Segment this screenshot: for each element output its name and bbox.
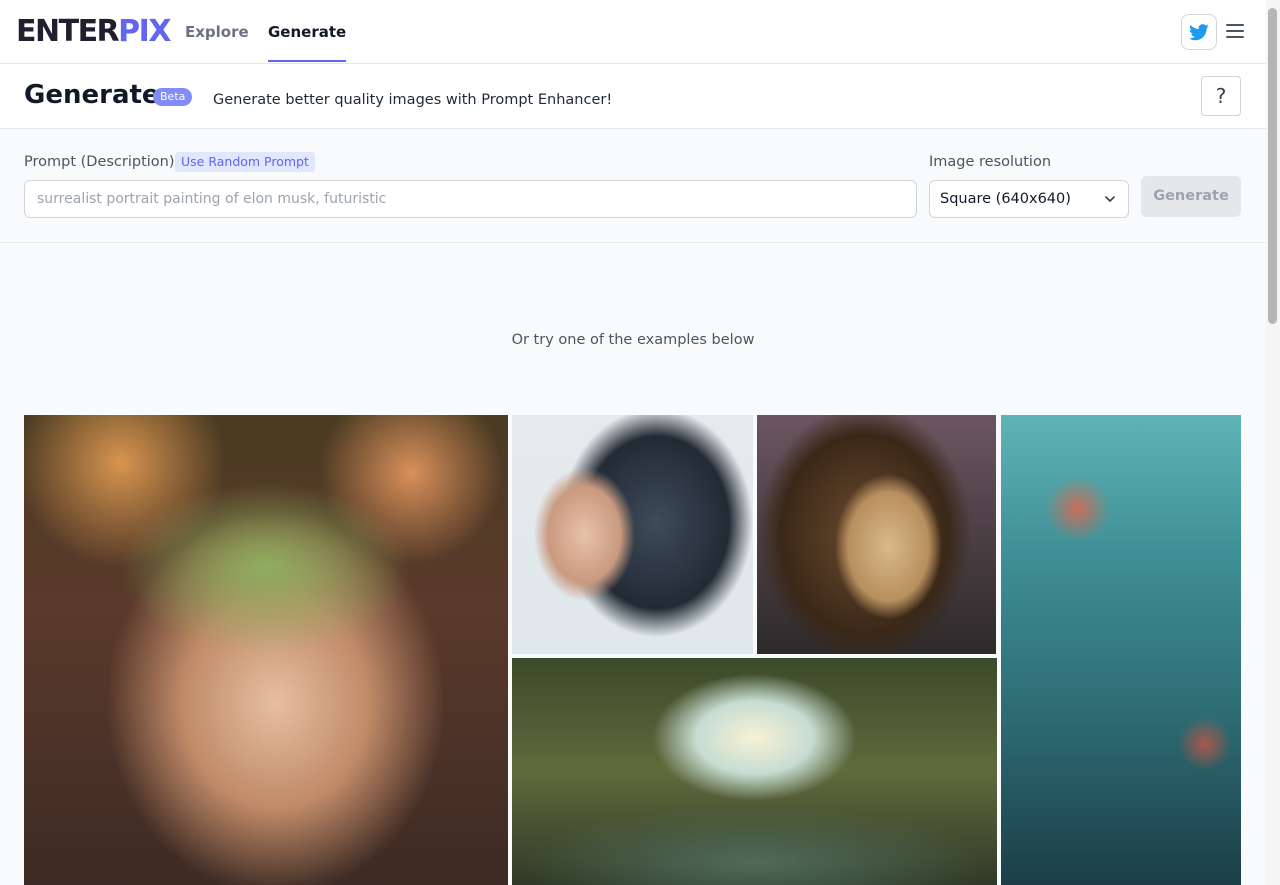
page-subtitle: Generate better quality images with Prom… [213, 92, 613, 108]
example-image-art-nouveau-man[interactable] [757, 415, 996, 654]
resolution-label: Image resolution [929, 154, 1052, 170]
chevron-down-icon [1105, 196, 1115, 202]
beta-badge: Beta [153, 88, 193, 106]
use-random-prompt-button[interactable]: Use Random Prompt [175, 152, 315, 172]
nav-generate-link[interactable]: Generate [268, 0, 347, 64]
twitter-button[interactable] [1181, 14, 1217, 50]
nav-explore-link[interactable]: Explore [185, 0, 249, 64]
resolution-value: Square (640x640) [940, 191, 1071, 207]
twitter-icon [1189, 23, 1209, 40]
generate-button[interactable]: Generate [1141, 176, 1241, 217]
top-navigation: ENTERPIX Explore Generate [0, 0, 1266, 64]
resolution-select[interactable]: Square (640x640) [929, 180, 1129, 218]
page-title: Generate [24, 80, 160, 110]
examples-heading: Or try one of the examples below [511, 332, 755, 348]
examples-section: Or try one of the examples below [0, 243, 1266, 885]
example-image-robot-woman[interactable] [512, 415, 753, 654]
prompt-input[interactable] [24, 180, 917, 218]
page-header: Generate Beta Generate better quality im… [0, 64, 1266, 129]
scrollbar-thumb[interactable] [1268, 8, 1277, 324]
example-image-forest-woman[interactable] [24, 415, 508, 885]
help-button[interactable]: ? [1201, 76, 1241, 116]
example-image-cave-landscape[interactable] [512, 658, 997, 885]
enterpix-logo[interactable]: ENTERPIX [16, 15, 171, 49]
generate-form: Prompt (Description) Use Random Prompt I… [0, 129, 1266, 243]
prompt-label: Prompt (Description) [24, 154, 175, 170]
hamburger-menu-icon[interactable] [1226, 21, 1248, 43]
example-image-cyberpunk-city[interactable] [1001, 415, 1241, 885]
